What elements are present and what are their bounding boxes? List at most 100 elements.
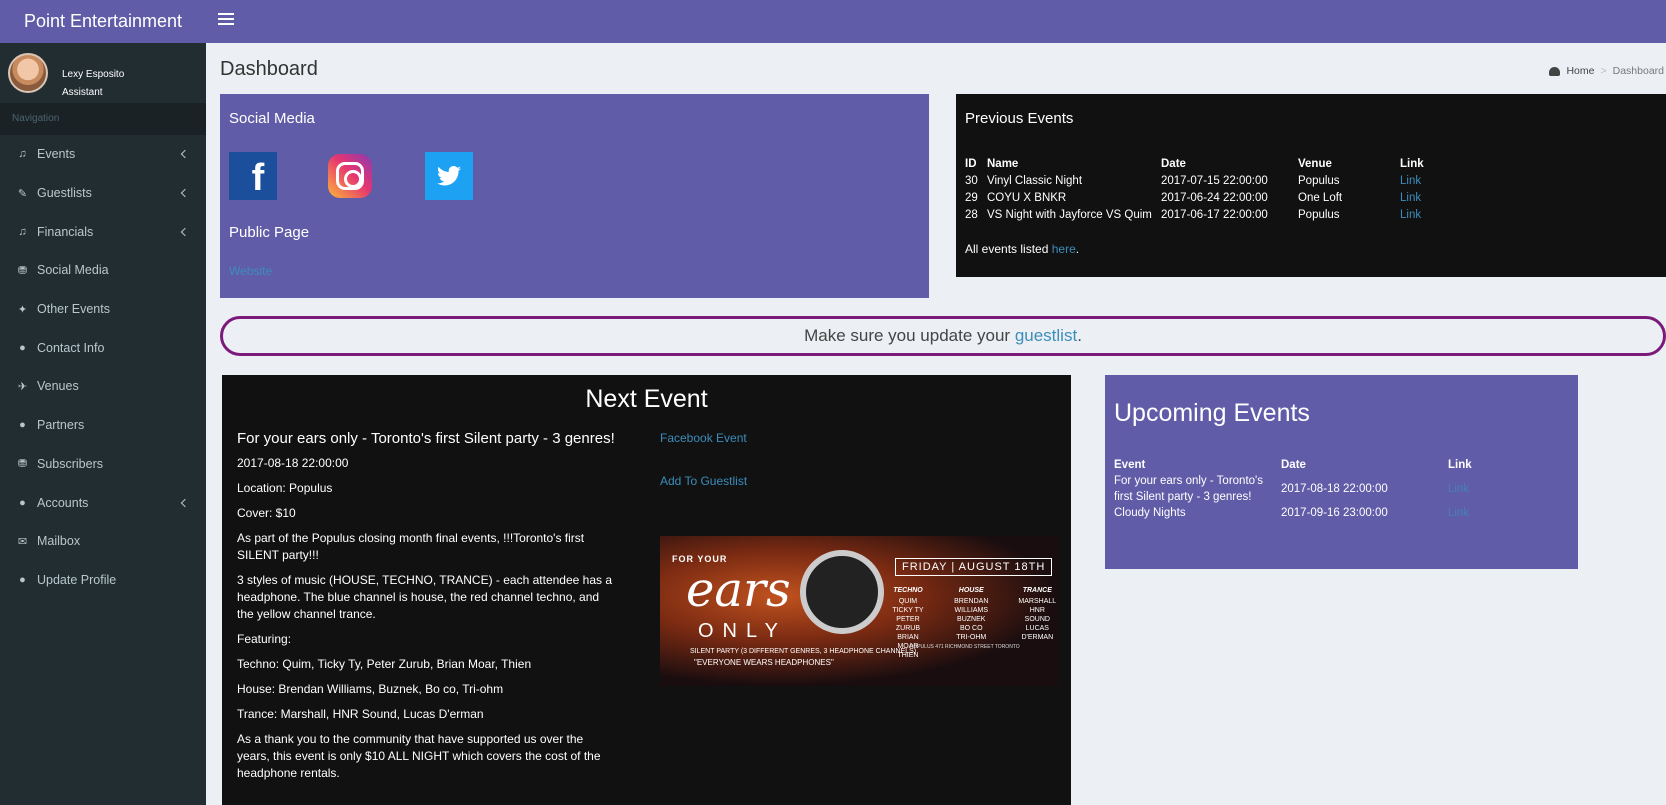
add-to-guestlist-link[interactable]: Add To Guestlist bbox=[660, 474, 747, 488]
next-event-box: Next Event For your ears only - Toronto'… bbox=[222, 375, 1071, 805]
event-link[interactable]: Link bbox=[1400, 206, 1424, 223]
poster-genre: TECHNO bbox=[893, 587, 923, 594]
breadcrumb-home[interactable]: Home bbox=[1566, 65, 1594, 77]
column-header: Name bbox=[987, 158, 1019, 170]
page-title: Dashboard bbox=[220, 58, 318, 80]
previous-events-table: ID Name Date Venue Link 30 Vinyl Classic… bbox=[965, 156, 1424, 223]
sidebar-item-accounts[interactable]: ● Accounts bbox=[0, 483, 206, 522]
sidebar-item-social-media[interactable]: ⛃ Social Media bbox=[0, 251, 206, 290]
event-link[interactable]: Link bbox=[1448, 505, 1472, 521]
menu-toggle-icon[interactable] bbox=[218, 13, 234, 27]
facebook-event-link[interactable]: Facebook Event bbox=[660, 431, 747, 445]
app-logo[interactable]: Point Entertainment bbox=[0, 0, 206, 43]
sidebar-item-other-events[interactable]: ✦ Other Events bbox=[0, 290, 206, 329]
sidebar-item-guestlists[interactable]: ✎ Guestlists bbox=[0, 174, 206, 213]
sidebar-item-label: Mailbox bbox=[37, 534, 81, 549]
sidebar-item-update-profile[interactable]: ● Update Profile bbox=[0, 561, 206, 600]
cell-venue: Populus bbox=[1298, 208, 1340, 221]
music-icon: ♫ bbox=[18, 225, 27, 238]
sidebar-item-label: Venues bbox=[37, 379, 79, 394]
binoculars-icon: ⛃ bbox=[17, 458, 28, 471]
cell-date: 2017-08-18 22:00:00 bbox=[1281, 483, 1388, 495]
event-link[interactable]: Link bbox=[1400, 172, 1424, 189]
notice-prefix: Make sure you update your bbox=[804, 326, 1015, 345]
social-media-heading: Social Media bbox=[229, 110, 315, 127]
facebook-icon[interactable]: f bbox=[229, 152, 277, 200]
twitter-icon[interactable] bbox=[425, 152, 473, 200]
next-event-details: For your ears only - Toronto's first Sil… bbox=[237, 430, 617, 790]
event-link[interactable]: Link bbox=[1448, 473, 1472, 505]
upcoming-events-box: Upcoming Events Event Date Link For your… bbox=[1105, 375, 1578, 569]
user-icon: ● bbox=[19, 341, 26, 354]
ticket-icon: ✦ bbox=[17, 303, 28, 316]
sidebar-item-label: Subscribers bbox=[37, 456, 103, 471]
user-icon: ● bbox=[19, 573, 26, 586]
sidebar-item-partners[interactable]: ● Partners bbox=[0, 406, 206, 445]
user-role: Assistant bbox=[62, 87, 103, 98]
poster-text: SILENT PARTY (3 DIFFERENT GENRES, 3 HEAD… bbox=[690, 648, 917, 655]
sidebar-item-label: Update Profile bbox=[37, 572, 117, 587]
column-header: Link bbox=[1448, 459, 1472, 471]
table-row: 28 VS Night with Jayforce VS Quim 2017-0… bbox=[965, 206, 1424, 223]
users-icon: ● bbox=[19, 419, 26, 432]
sidebar-item-label: Events bbox=[37, 147, 76, 162]
event-description: 3 styles of music (HOUSE, TECHNO, TRANCE… bbox=[237, 573, 613, 621]
cell-id: 29 bbox=[965, 191, 978, 204]
sidebar-item-venues[interactable]: ✈ Venues bbox=[0, 367, 206, 406]
nav-header: Navigation bbox=[0, 103, 206, 135]
previous-events-heading: Previous Events bbox=[965, 110, 1074, 127]
headphones-icon bbox=[800, 550, 884, 634]
next-event-heading: Next Event bbox=[585, 385, 708, 413]
all-events-link[interactable]: here bbox=[1052, 242, 1076, 256]
sidebar-item-financials[interactable]: ♫ Financials bbox=[0, 212, 206, 251]
music-icon: ♫ bbox=[18, 148, 27, 161]
poster-text: POPULUS 471 RICHMOND STREET TORONTO bbox=[910, 644, 1020, 650]
website-link[interactable]: Website bbox=[229, 264, 272, 278]
poster-genre: HOUSE bbox=[958, 587, 984, 594]
sidebar-item-label: Social Media bbox=[37, 263, 109, 278]
user-icon: ● bbox=[19, 496, 26, 509]
cell-date: 2017-06-24 22:00:00 bbox=[1161, 191, 1268, 204]
event-cover: Cover: $10 bbox=[237, 506, 296, 520]
all-events-prefix: All events listed bbox=[965, 242, 1052, 256]
event-location: Location: Populus bbox=[237, 481, 333, 495]
cell-date: 2017-09-16 23:00:00 bbox=[1281, 507, 1388, 519]
all-events-suffix: . bbox=[1075, 242, 1080, 256]
poster-artists: BRENDAN WILLIAMS BUZNEK BO CO TRI-OHM bbox=[954, 598, 989, 641]
sidebar-item-events[interactable]: ♫ Events bbox=[0, 135, 206, 174]
cell-name: COYU X BNKR bbox=[987, 191, 1067, 204]
sidebar: Lexy Esposito Assistant Navigation ♫ Even… bbox=[0, 43, 206, 805]
chevron-left-icon bbox=[180, 188, 190, 198]
instagram-icon[interactable] bbox=[328, 154, 372, 198]
cell-name: Vinyl Classic Night bbox=[987, 174, 1083, 187]
sidebar-item-contact-info[interactable]: ● Contact Info bbox=[0, 328, 206, 367]
cell-event: Cloudy Nights bbox=[1114, 507, 1186, 519]
column-header: Link bbox=[1400, 158, 1424, 170]
notice-suffix: . bbox=[1077, 326, 1082, 345]
table-row: Cloudy Nights 2017-09-16 23:00:00 Link bbox=[1114, 505, 1472, 521]
social-media-box: Social Media f Public Page Website bbox=[220, 94, 929, 298]
event-description: Featuring: bbox=[237, 632, 292, 646]
table-row: For your ears only - Toronto's first Sil… bbox=[1114, 473, 1472, 505]
poster-text: "EVERYONE WEARS HEADPHONES" bbox=[694, 658, 834, 667]
event-description: As part of the Populus closing month fin… bbox=[237, 531, 585, 562]
guestlist-link[interactable]: guestlist bbox=[1015, 326, 1077, 346]
chevron-left-icon bbox=[180, 150, 190, 159]
event-description: House: Brendan Williams, Buznek, Bo co, … bbox=[237, 682, 504, 696]
poster-artists: MARSHALL HNR SOUND LUCAS D'ERMAN bbox=[1018, 598, 1057, 641]
event-link[interactable]: Link bbox=[1400, 189, 1424, 206]
event-description: Techno: Quim, Ticky Ty, Peter Zurub, Bri… bbox=[237, 657, 532, 671]
sidebar-item-label: Other Events bbox=[37, 302, 110, 317]
public-page-heading: Public Page bbox=[229, 224, 310, 241]
cell-id: 30 bbox=[965, 174, 978, 187]
sidebar-item-subscribers[interactable]: ⛃ Subscribers bbox=[0, 445, 206, 484]
sidebar-item-label: Partners bbox=[37, 418, 85, 433]
sidebar-item-mailbox[interactable]: ✉ Mailbox bbox=[0, 522, 206, 561]
poster-text: ONLY bbox=[698, 620, 787, 642]
cell-event: For your ears only - Toronto's first Sil… bbox=[1114, 475, 1263, 503]
sidebar-item-label: Financials bbox=[37, 224, 94, 239]
all-events-text: All events listed here. bbox=[965, 242, 1079, 256]
event-name: For your ears only - Toronto's first Sil… bbox=[237, 430, 615, 447]
dashboard-icon bbox=[1549, 66, 1561, 76]
breadcrumb-current: Dashboard bbox=[1612, 65, 1664, 77]
